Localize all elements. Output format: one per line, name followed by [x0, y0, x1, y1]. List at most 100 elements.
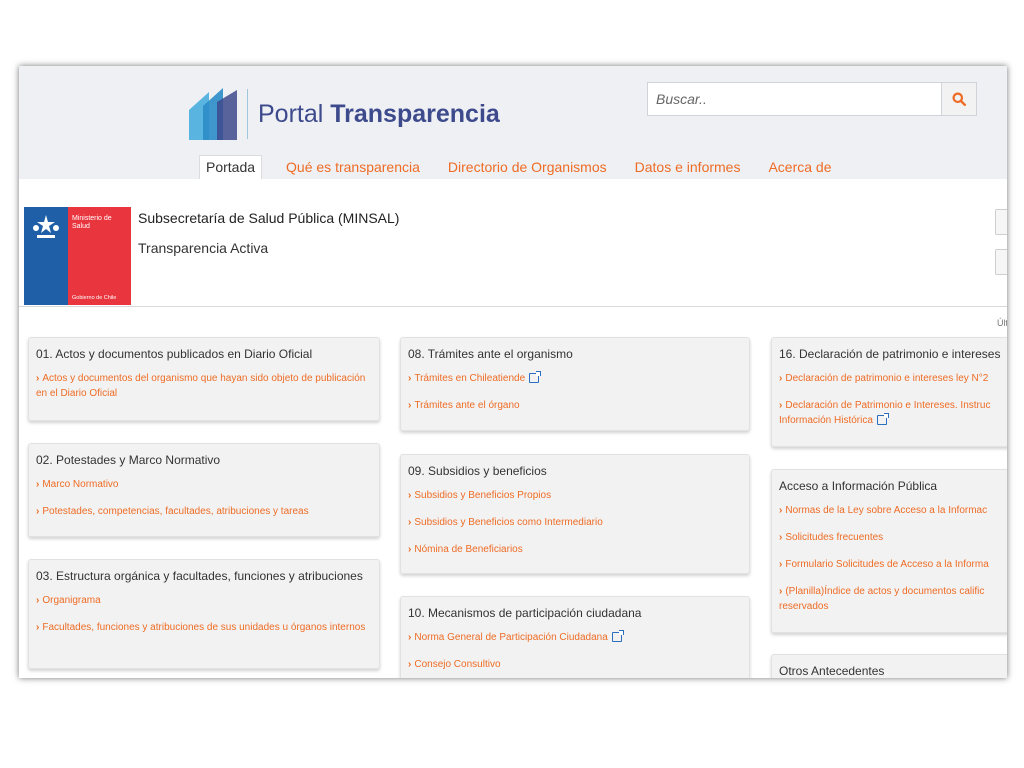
- card-link[interactable]: › Marco Normativo: [36, 477, 371, 492]
- card-link[interactable]: › Solicitudes frecuentes: [779, 530, 1007, 545]
- search-box: [647, 82, 977, 116]
- card-01-actos: 01. Actos y documentos publicados en Dia…: [28, 337, 380, 421]
- external-link-icon: [876, 413, 889, 426]
- logo-ministry-text: Ministerio de Salud: [72, 215, 112, 231]
- card-link-label: Marco Normativo: [42, 479, 119, 490]
- logo-line-1: Ministerio de: [72, 215, 112, 222]
- card-link-label: Consejo Consultivo: [414, 659, 501, 670]
- portal-logo[interactable]: Portal Transparencia: [189, 86, 529, 142]
- logo-footer-text: Gobierno de Chile: [72, 295, 117, 301]
- logo-word-portal: Portal: [258, 99, 324, 128]
- chevron-right-icon: ›: [779, 559, 783, 570]
- card-link[interactable]: › Facultades, funciones y atribuciones de…: [36, 620, 371, 635]
- side-action-button[interactable]: [995, 209, 1007, 235]
- card-title: 10. Mecanismos de participación ciudadan…: [408, 606, 642, 620]
- card-09-subsidios: 09. Subsidios y beneficios › Subsidios y …: [400, 454, 750, 574]
- card-link[interactable]: › Potestades, competencias, facultades, a…: [36, 504, 371, 519]
- card-otros-antecedentes: Otros Antecedentes: [771, 654, 1007, 678]
- card-link[interactable]: › Trámites ante el órgano: [408, 398, 741, 413]
- card-title: 03. Estructura orgánica y facultades, fu…: [36, 569, 363, 583]
- card-title: 02. Potestades y Marco Normativo: [36, 453, 221, 467]
- header-bar: Portal Transparencia Portada Qué es tran…: [19, 66, 1007, 179]
- logo-blue-panel: [24, 207, 68, 305]
- card-title: Acceso a Información Pública: [779, 479, 938, 493]
- organism-header: Ministerio de Salud Gobierno de Chile Sub…: [19, 179, 1007, 307]
- logo-line-2: Salud: [72, 223, 90, 230]
- card-title: Otros Antecedentes: [779, 664, 885, 678]
- card-link[interactable]: › Actos y documentos del organismo que ha…: [36, 371, 371, 401]
- portal-logo-icon: [189, 88, 237, 140]
- card-acceso-informacion: Acceso a Información Pública › Normas de …: [771, 469, 1007, 633]
- coat-of-arms-icon: [33, 215, 59, 238]
- card-link[interactable]: › Formulario Solicitudes de Acceso a la I…: [779, 557, 1007, 572]
- card-link-label: Subsidios y Beneficios como Intermediari…: [414, 517, 603, 528]
- chevron-right-icon: ›: [408, 659, 412, 670]
- tab-datos-informes[interactable]: Datos e informes: [621, 155, 755, 179]
- screenshot-window: Portal Transparencia Portada Qué es tran…: [19, 66, 1007, 678]
- logo-divider: [247, 89, 248, 139]
- main-nav: Portada Qué es transparencia Directorio …: [199, 155, 846, 179]
- card-link-label: Actos y documentos del organismo que hay…: [36, 373, 366, 399]
- search-input[interactable]: [648, 83, 940, 115]
- chevron-right-icon: ›: [36, 479, 40, 490]
- card-title: 09. Subsidios y beneficios: [408, 464, 547, 478]
- card-03-estructura: 03. Estructura orgánica y facultades, fu…: [28, 559, 380, 669]
- card-link-label: Formulario Solicitudes de Acceso a la In…: [785, 559, 989, 570]
- logo-wordmark: Portal Transparencia: [258, 100, 500, 129]
- tab-portada[interactable]: Portada: [199, 155, 263, 179]
- tab-directorio-organismos[interactable]: Directorio de Organismos: [434, 155, 621, 179]
- card-title: 16. Declaración de patrimonio e interese…: [779, 347, 1001, 361]
- card-link[interactable]: › Trámites en Chileatiende: [408, 371, 741, 386]
- chevron-right-icon: ›: [36, 622, 40, 633]
- card-08-tramites: 08. Trámites ante el organismo › Trámites…: [400, 337, 750, 431]
- last-update-label: Últi: [997, 318, 1007, 328]
- chevron-right-icon: ›: [36, 373, 40, 384]
- section-title: Transparencia Activa: [138, 240, 269, 256]
- card-link[interactable]: › Organigrama: [36, 593, 371, 608]
- card-link-label: Solicitudes frecuentes: [785, 532, 884, 543]
- card-link-label: Potestades, competencias, facultades, at…: [42, 506, 309, 517]
- chevron-right-icon: ›: [408, 632, 412, 643]
- side-action-button-2[interactable]: [995, 249, 1007, 275]
- card-link[interactable]: › Declaración de patrimonio e intereses l…: [779, 371, 1007, 386]
- chevron-right-icon: ›: [36, 506, 40, 517]
- chevron-right-icon: ›: [779, 586, 783, 597]
- card-link[interactable]: › Subsidios y Beneficios como Intermediar…: [408, 515, 741, 530]
- chevron-right-icon: ›: [408, 373, 412, 384]
- card-link-label: Normas de la Ley sobre Acceso a la Infor…: [785, 505, 988, 516]
- card-link-label: Trámites en Chileatiende: [414, 373, 526, 384]
- external-link-icon: [611, 630, 624, 643]
- chevron-right-icon: ›: [408, 544, 412, 555]
- card-link-label: (Planilla)Índice de actos y documentos c…: [779, 586, 985, 612]
- organism-name: Subsecretaría de Salud Pública (MINSAL): [138, 210, 400, 226]
- card-link-label: Nómina de Beneficiarios: [414, 544, 523, 555]
- card-link-label: Norma General de Participación Ciudadana: [414, 632, 608, 643]
- card-link[interactable]: › Consejo Consultivo: [408, 657, 741, 672]
- external-link-icon: [529, 371, 542, 384]
- card-16-declaracion: 16. Declaración de patrimonio e interese…: [771, 337, 1007, 447]
- chevron-right-icon: ›: [779, 505, 783, 516]
- card-link-label: Organigrama: [42, 595, 101, 606]
- card-link[interactable]: › Norma General de Participación Ciudadan…: [408, 630, 741, 645]
- chevron-right-icon: ›: [408, 517, 412, 528]
- tab-que-es-transparencia[interactable]: Qué es transparencia: [272, 155, 434, 179]
- logo-word-transparencia: Transparencia: [330, 99, 500, 128]
- search-button[interactable]: [941, 83, 976, 115]
- card-link[interactable]: › Normas de la Ley sobre Acceso a la Info…: [779, 503, 1007, 518]
- chevron-right-icon: ›: [779, 400, 783, 411]
- tab-acerca-de[interactable]: Acerca de: [754, 155, 845, 179]
- card-link-label: Facultades, funciones y atribuciones de …: [42, 622, 366, 633]
- card-title: 08. Trámites ante el organismo: [408, 347, 573, 361]
- card-link[interactable]: › Nómina de Beneficiarios: [408, 542, 741, 557]
- chevron-right-icon: ›: [36, 595, 40, 606]
- card-link[interactable]: › (Planilla)Índice de actos y documentos …: [779, 584, 1007, 614]
- card-link[interactable]: › Subsidios y Beneficios Propios: [408, 488, 741, 503]
- search-icon: [952, 92, 966, 106]
- chevron-right-icon: ›: [779, 373, 783, 384]
- ministerio-salud-logo: Ministerio de Salud Gobierno de Chile: [24, 207, 131, 305]
- card-link[interactable]: › Declaración de Patrimonio e Intereses. …: [779, 398, 1007, 428]
- logo-red-panel: Ministerio de Salud Gobierno de Chile: [68, 207, 131, 305]
- card-title: 01. Actos y documentos publicados en Dia…: [36, 347, 313, 361]
- card-link-label: Subsidios y Beneficios Propios: [414, 490, 552, 501]
- card-10-participacion: 10. Mecanismos de participación ciudadan…: [400, 596, 750, 678]
